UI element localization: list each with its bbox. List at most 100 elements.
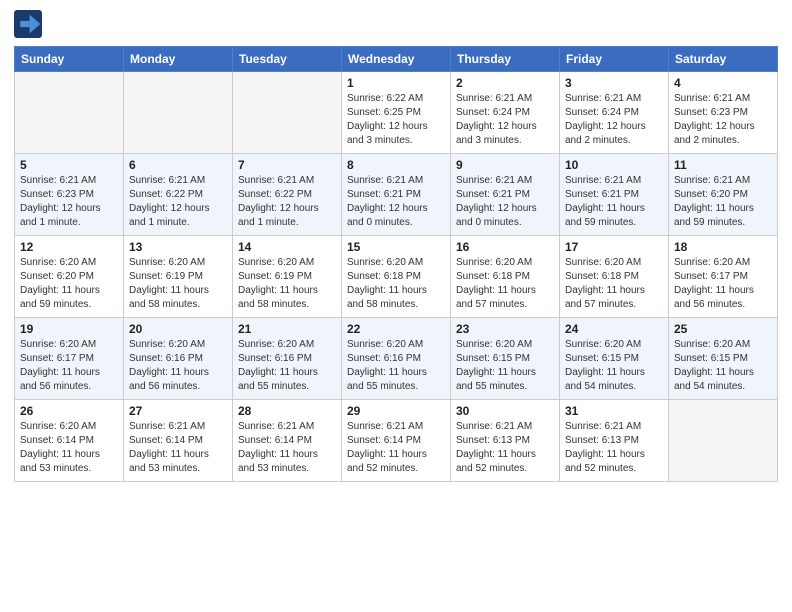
day-number: 26 bbox=[20, 404, 118, 418]
calendar-cell: 10Sunrise: 6:21 AMSunset: 6:21 PMDayligh… bbox=[560, 154, 669, 236]
day-info: Sunrise: 6:21 AMSunset: 6:21 PMDaylight:… bbox=[347, 174, 445, 230]
calendar-cell: 5 Sunrise: 6:21 AMSunset: 6:23 PMDaylight… bbox=[15, 154, 124, 236]
day-number: 6 bbox=[129, 158, 227, 172]
calendar-cell: 12 Sunrise: 6:20 AMSunset: 6:20 PMDayligh… bbox=[15, 236, 124, 318]
calendar-week-row: 5 Sunrise: 6:21 AMSunset: 6:23 PMDaylight… bbox=[15, 154, 778, 236]
calendar-cell: 31Sunrise: 6:21 AMSunset: 6:13 PMDayligh… bbox=[560, 400, 669, 482]
logo-icon bbox=[14, 10, 42, 38]
weekday-header-tuesday: Tuesday bbox=[233, 47, 342, 72]
calendar-cell: 3Sunrise: 6:21 AMSunset: 6:24 PMDaylight… bbox=[560, 72, 669, 154]
day-number: 11 bbox=[674, 158, 772, 172]
calendar-cell: 9 Sunrise: 6:21 AMSunset: 6:21 PMDaylight… bbox=[451, 154, 560, 236]
calendar-cell bbox=[124, 72, 233, 154]
weekday-header-wednesday: Wednesday bbox=[342, 47, 451, 72]
day-number: 21 bbox=[238, 322, 336, 336]
calendar-cell: 30Sunrise: 6:21 AMSunset: 6:13 PMDayligh… bbox=[451, 400, 560, 482]
calendar-cell: 8 Sunrise: 6:21 AMSunset: 6:21 PMDaylight… bbox=[342, 154, 451, 236]
day-info: Sunrise: 6:22 AMSunset: 6:25 PMDaylight:… bbox=[347, 92, 445, 148]
day-info: Sunrise: 6:20 AMSunset: 6:18 PMDaylight:… bbox=[565, 256, 663, 312]
calendar-cell: 17 Sunrise: 6:20 AMSunset: 6:18 PMDayligh… bbox=[560, 236, 669, 318]
calendar-cell: 22 Sunrise: 6:20 AMSunset: 6:16 PMDayligh… bbox=[342, 318, 451, 400]
day-number: 20 bbox=[129, 322, 227, 336]
calendar-week-row: 12 Sunrise: 6:20 AMSunset: 6:20 PMDayligh… bbox=[15, 236, 778, 318]
weekday-header-friday: Friday bbox=[560, 47, 669, 72]
weekday-header-monday: Monday bbox=[124, 47, 233, 72]
calendar-cell bbox=[233, 72, 342, 154]
calendar-cell: 2 Sunrise: 6:21 AMSunset: 6:24 PMDaylight… bbox=[451, 72, 560, 154]
calendar-cell: 25 Sunrise: 6:20 AMSunset: 6:15 PMDayligh… bbox=[669, 318, 778, 400]
day-number: 5 bbox=[20, 158, 118, 172]
day-info: Sunrise: 6:21 AMSunset: 6:21 PMDaylight:… bbox=[456, 174, 554, 230]
weekday-header-thursday: Thursday bbox=[451, 47, 560, 72]
calendar-cell: 14 Sunrise: 6:20 AMSunset: 6:19 PMDayligh… bbox=[233, 236, 342, 318]
day-info: Sunrise: 6:20 AMSunset: 6:15 PMDaylight:… bbox=[456, 338, 554, 394]
logo-area bbox=[14, 10, 44, 38]
day-info: Sunrise: 6:20 AMSunset: 6:15 PMDaylight:… bbox=[565, 338, 663, 394]
day-number: 12 bbox=[20, 240, 118, 254]
calendar-cell: 18Sunrise: 6:20 AMSunset: 6:17 PMDayligh… bbox=[669, 236, 778, 318]
calendar-cell: 11 Sunrise: 6:21 AMSunset: 6:20 PMDayligh… bbox=[669, 154, 778, 236]
weekday-header-row: SundayMondayTuesdayWednesdayThursdayFrid… bbox=[15, 47, 778, 72]
calendar-cell: 13 Sunrise: 6:20 AMSunset: 6:19 PMDayligh… bbox=[124, 236, 233, 318]
day-number: 29 bbox=[347, 404, 445, 418]
day-info: Sunrise: 6:20 AMSunset: 6:17 PMDaylight:… bbox=[674, 256, 772, 312]
calendar-cell: 28Sunrise: 6:21 AMSunset: 6:14 PMDayligh… bbox=[233, 400, 342, 482]
calendar-cell: 1 Sunrise: 6:22 AMSunset: 6:25 PMDaylight… bbox=[342, 72, 451, 154]
calendar-cell bbox=[15, 72, 124, 154]
calendar-cell: 7 Sunrise: 6:21 AMSunset: 6:22 PMDaylight… bbox=[233, 154, 342, 236]
day-info: Sunrise: 6:21 AMSunset: 6:14 PMDaylight:… bbox=[347, 420, 445, 476]
calendar-cell: 26 Sunrise: 6:20 AMSunset: 6:14 PMDayligh… bbox=[15, 400, 124, 482]
day-number: 17 bbox=[565, 240, 663, 254]
day-number: 27 bbox=[129, 404, 227, 418]
day-info: Sunrise: 6:21 AMSunset: 6:22 PMDaylight:… bbox=[129, 174, 227, 230]
day-number: 8 bbox=[347, 158, 445, 172]
day-number: 14 bbox=[238, 240, 336, 254]
calendar-cell: 15 Sunrise: 6:20 AMSunset: 6:18 PMDayligh… bbox=[342, 236, 451, 318]
day-number: 24 bbox=[565, 322, 663, 336]
day-number: 22 bbox=[347, 322, 445, 336]
day-info: Sunrise: 6:20 AMSunset: 6:16 PMDaylight:… bbox=[129, 338, 227, 394]
calendar-cell bbox=[669, 400, 778, 482]
day-info: Sunrise: 6:21 AMSunset: 6:20 PMDaylight:… bbox=[674, 174, 772, 230]
weekday-header-saturday: Saturday bbox=[669, 47, 778, 72]
calendar-cell: 19Sunrise: 6:20 AMSunset: 6:17 PMDayligh… bbox=[15, 318, 124, 400]
calendar-week-row: 26 Sunrise: 6:20 AMSunset: 6:14 PMDayligh… bbox=[15, 400, 778, 482]
calendar-cell: 29 Sunrise: 6:21 AMSunset: 6:14 PMDayligh… bbox=[342, 400, 451, 482]
day-number: 2 bbox=[456, 76, 554, 90]
weekday-header-sunday: Sunday bbox=[15, 47, 124, 72]
calendar-week-row: 19Sunrise: 6:20 AMSunset: 6:17 PMDayligh… bbox=[15, 318, 778, 400]
day-number: 25 bbox=[674, 322, 772, 336]
day-info: Sunrise: 6:21 AMSunset: 6:14 PMDaylight:… bbox=[129, 420, 227, 476]
day-info: Sunrise: 6:21 AMSunset: 6:23 PMDaylight:… bbox=[20, 174, 118, 230]
header bbox=[14, 10, 778, 38]
day-number: 4 bbox=[674, 76, 772, 90]
day-info: Sunrise: 6:20 AMSunset: 6:18 PMDaylight:… bbox=[347, 256, 445, 312]
day-info: Sunrise: 6:20 AMSunset: 6:14 PMDaylight:… bbox=[20, 420, 118, 476]
day-number: 9 bbox=[456, 158, 554, 172]
calendar-cell: 6 Sunrise: 6:21 AMSunset: 6:22 PMDaylight… bbox=[124, 154, 233, 236]
day-number: 13 bbox=[129, 240, 227, 254]
day-number: 7 bbox=[238, 158, 336, 172]
day-number: 1 bbox=[347, 76, 445, 90]
day-info: Sunrise: 6:20 AMSunset: 6:19 PMDaylight:… bbox=[238, 256, 336, 312]
calendar-week-row: 1 Sunrise: 6:22 AMSunset: 6:25 PMDaylight… bbox=[15, 72, 778, 154]
day-number: 3 bbox=[565, 76, 663, 90]
day-number: 23 bbox=[456, 322, 554, 336]
page: SundayMondayTuesdayWednesdayThursdayFrid… bbox=[0, 0, 792, 612]
day-info: Sunrise: 6:20 AMSunset: 6:19 PMDaylight:… bbox=[129, 256, 227, 312]
calendar-cell: 24 Sunrise: 6:20 AMSunset: 6:15 PMDayligh… bbox=[560, 318, 669, 400]
calendar-cell: 21 Sunrise: 6:20 AMSunset: 6:16 PMDayligh… bbox=[233, 318, 342, 400]
day-number: 15 bbox=[347, 240, 445, 254]
day-info: Sunrise: 6:21 AMSunset: 6:22 PMDaylight:… bbox=[238, 174, 336, 230]
day-info: Sunrise: 6:20 AMSunset: 6:16 PMDaylight:… bbox=[347, 338, 445, 394]
day-info: Sunrise: 6:20 AMSunset: 6:15 PMDaylight:… bbox=[674, 338, 772, 394]
day-info: Sunrise: 6:21 AMSunset: 6:13 PMDaylight:… bbox=[565, 420, 663, 476]
day-info: Sunrise: 6:20 AMSunset: 6:16 PMDaylight:… bbox=[238, 338, 336, 394]
day-info: Sunrise: 6:20 AMSunset: 6:20 PMDaylight:… bbox=[20, 256, 118, 312]
calendar-table: SundayMondayTuesdayWednesdayThursdayFrid… bbox=[14, 46, 778, 482]
day-info: Sunrise: 6:21 AMSunset: 6:21 PMDaylight:… bbox=[565, 174, 663, 230]
day-info: Sunrise: 6:21 AMSunset: 6:24 PMDaylight:… bbox=[456, 92, 554, 148]
day-info: Sunrise: 6:21 AMSunset: 6:23 PMDaylight:… bbox=[674, 92, 772, 148]
day-number: 28 bbox=[238, 404, 336, 418]
day-info: Sunrise: 6:20 AMSunset: 6:17 PMDaylight:… bbox=[20, 338, 118, 394]
